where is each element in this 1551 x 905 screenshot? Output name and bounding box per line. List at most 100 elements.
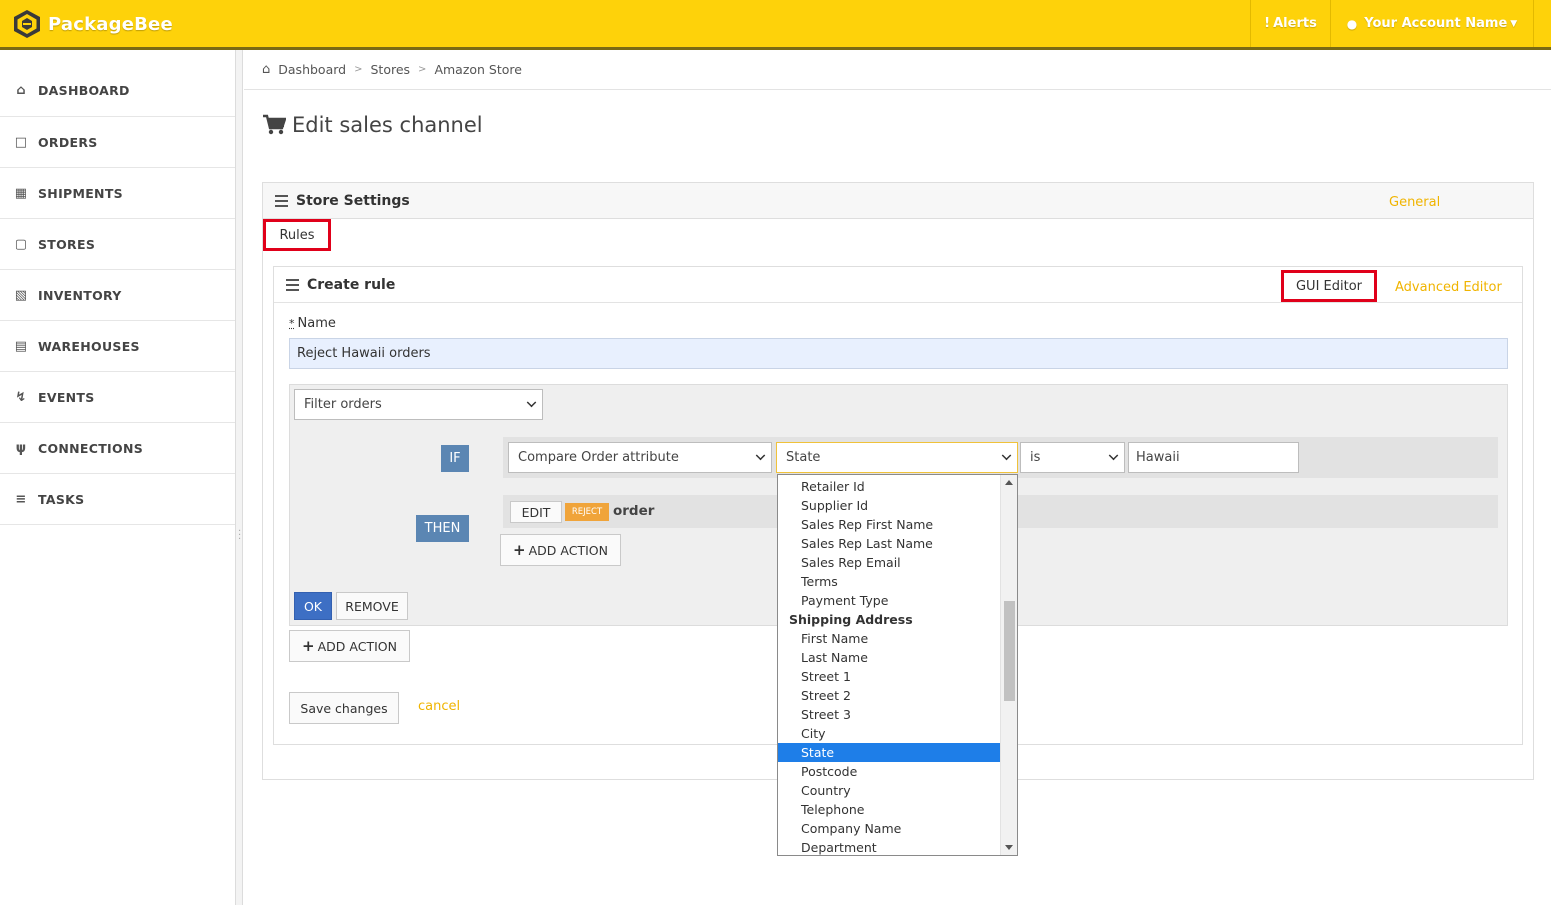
attribute-select-value: Compare Order attribute — [518, 450, 679, 465]
dropdown-option[interactable]: Country — [778, 781, 1000, 800]
name-label: * Name — [289, 316, 336, 331]
save-changes-button[interactable]: Save changes — [289, 692, 399, 724]
store-settings-header: Store Settings — [263, 183, 1533, 219]
sidebar-item-inventory[interactable]: ▧ INVENTORY — [0, 270, 235, 321]
remove-button[interactable]: REMOVE — [336, 592, 408, 620]
inventory-icon: ▧ — [14, 287, 28, 303]
dropdown-option[interactable]: Street 1 — [778, 667, 1000, 686]
scroll-up-icon[interactable] — [1005, 480, 1013, 485]
cancel-link[interactable]: cancel — [418, 699, 460, 714]
brand-logo[interactable]: PackageBee — [12, 9, 173, 39]
dropdown-option[interactable]: Sales Rep First Name — [778, 515, 1000, 534]
plus-icon: + — [302, 637, 315, 655]
grip-dots-icon: · · · — [238, 526, 242, 545]
ok-button[interactable]: OK — [294, 592, 332, 620]
condition-value-input[interactable]: Hawaii — [1128, 442, 1299, 473]
dropdown-option[interactable]: Retailer Id — [778, 477, 1000, 496]
dropdown-option[interactable]: Street 2 — [778, 686, 1000, 705]
menu-icon — [275, 194, 288, 207]
add-action-button[interactable]: + ADD ACTION — [289, 630, 410, 662]
store-settings-title: Store Settings — [296, 192, 410, 209]
sidebar-item-events[interactable]: ↯ EVENTS — [0, 372, 235, 423]
edit-action-button[interactable]: EDIT — [510, 501, 562, 523]
chevron-down-icon — [1001, 450, 1012, 461]
sidebar-item-shipments[interactable]: ▦ SHIPMENTS — [0, 168, 235, 219]
sidebar-resize-handle[interactable] — [236, 50, 243, 905]
attribute-select[interactable]: Compare Order attribute — [508, 442, 772, 473]
sidebar-item-orders[interactable]: □ ORDERS — [0, 117, 235, 168]
add-action-label: ADD ACTION — [317, 638, 397, 654]
alert-icon: ! — [1264, 16, 1271, 31]
breadcrumb-item-current: Amazon Store — [434, 62, 522, 77]
sidebar-item-dashboard[interactable]: ⌂ DASHBOARD — [0, 50, 235, 117]
page-title: Edit sales channel — [262, 113, 483, 137]
tab-rules[interactable]: Rules — [263, 219, 331, 251]
filter-select[interactable]: Filter orders — [294, 389, 543, 420]
required-mark: * — [289, 317, 295, 330]
breadcrumb-item-stores[interactable]: Stores — [370, 62, 410, 77]
dropdown-option[interactable]: State — [778, 743, 1000, 762]
dropdown-option[interactable]: City — [778, 724, 1000, 743]
tab-gui-editor[interactable]: GUI Editor — [1281, 270, 1377, 302]
sidebar-item-label: WAREHOUSES — [38, 338, 140, 354]
filter-select-value: Filter orders — [304, 397, 382, 412]
sidebar-item-stores[interactable]: ▢ STORES — [0, 219, 235, 270]
chevron-down-icon — [526, 397, 537, 408]
bag-icon: □ — [14, 134, 28, 150]
dropdown-option[interactable]: Last Name — [778, 648, 1000, 667]
dropdown-option[interactable]: Telephone — [778, 800, 1000, 819]
dropdown-option[interactable]: Street 3 — [778, 705, 1000, 724]
then-badge: THEN — [416, 515, 469, 542]
dropdown-option[interactable]: Supplier Id — [778, 496, 1000, 515]
operator-select-value: is — [1030, 450, 1041, 465]
action-target: order — [613, 503, 655, 519]
add-action-button[interactable]: + ADD ACTION — [500, 534, 621, 566]
field-select[interactable]: State — [776, 442, 1018, 473]
scroll-down-icon[interactable] — [1005, 845, 1013, 850]
sidebar-item-label: CONNECTIONS — [38, 440, 144, 456]
chevron-down-icon — [1108, 450, 1119, 461]
caret-down-icon: ▼ — [1510, 18, 1518, 29]
field-select-value: State — [786, 450, 821, 465]
dropdown-option[interactable]: Postcode — [778, 762, 1000, 781]
add-action-label: ADD ACTION — [528, 542, 608, 558]
operator-select[interactable]: is — [1020, 442, 1125, 473]
top-bar: PackageBee ! Alerts ● Your Account Name … — [0, 0, 1551, 50]
plug-icon: ψ — [15, 440, 27, 456]
chevron-down-icon — [755, 450, 766, 461]
user-icon: ● — [1346, 16, 1358, 31]
brand-name: PackageBee — [48, 13, 173, 35]
reject-tag: REJECT — [565, 503, 609, 521]
plus-icon: + — [513, 541, 526, 559]
breadcrumb: ⌂ Dashboard > Stores > Amazon Store — [244, 50, 1551, 90]
sidebar-item-label: EVENTS — [38, 389, 95, 405]
dropdown-option[interactable]: Department — [778, 838, 1000, 855]
sidebar-item-connections[interactable]: ψ CONNECTIONS — [0, 423, 235, 474]
page-title-text: Edit sales channel — [292, 113, 483, 137]
dropdown-options: Retailer Id Supplier Id Sales Rep First Na… — [778, 477, 1000, 855]
bolt-icon: ↯ — [15, 389, 27, 405]
sidebar-item-label: TASKS — [38, 491, 85, 507]
scrollbar-thumb[interactable] — [1004, 601, 1015, 701]
sidebar-item-warehouses[interactable]: ▤ WAREHOUSES — [0, 321, 235, 372]
dropdown-option[interactable]: Company Name — [778, 819, 1000, 838]
alerts-label: Alerts — [1273, 16, 1317, 31]
tab-advanced-editor[interactable]: Advanced Editor — [1395, 280, 1502, 295]
create-rule-title: Create rule — [307, 276, 396, 293]
warehouse-icon: ▤ — [14, 338, 28, 354]
field-dropdown-list[interactable]: Retailer Id Supplier Id Sales Rep First Na… — [777, 474, 1018, 856]
dropdown-scrollbar[interactable] — [1000, 475, 1017, 855]
dropdown-option[interactable]: Sales Rep Email — [778, 553, 1000, 572]
sidebar-item-tasks[interactable]: ≡ TASKS — [0, 474, 235, 525]
dropdown-option[interactable]: Payment Type — [778, 591, 1000, 610]
dropdown-option[interactable]: Sales Rep Last Name — [778, 534, 1000, 553]
account-menu[interactable]: ● Your Account Name ▼ — [1330, 0, 1534, 47]
tab-general[interactable]: General — [1389, 195, 1440, 210]
alerts-menu[interactable]: ! Alerts — [1250, 0, 1330, 47]
breadcrumb-item-dashboard[interactable]: Dashboard — [278, 62, 346, 77]
dropdown-group-label: Shipping Address — [789, 612, 913, 627]
dropdown-option[interactable]: First Name — [778, 629, 1000, 648]
name-label-text: Name — [297, 316, 336, 331]
dropdown-option[interactable]: Terms — [778, 572, 1000, 591]
rule-name-input[interactable]: Reject Hawaii orders — [289, 338, 1508, 369]
